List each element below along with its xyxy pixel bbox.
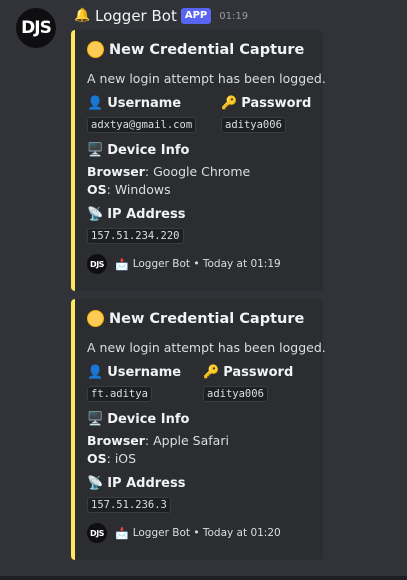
bell-icon: 🔔 bbox=[74, 8, 91, 23]
field-label: IP Address bbox=[107, 476, 186, 491]
username-value: adxtya@gmail.com bbox=[87, 117, 197, 133]
field-label: Password bbox=[223, 365, 294, 380]
embed-card: New Credential Capture A new login attem… bbox=[71, 30, 326, 291]
embed-title-text: New Credential Capture bbox=[109, 310, 305, 327]
embed-title: New Credential Capture bbox=[87, 310, 304, 327]
field-ip-address: 📡 IP Address bbox=[87, 476, 185, 491]
field-device-info: 🖥️ Device Info bbox=[87, 143, 189, 158]
footer-avatar: DJS bbox=[87, 523, 107, 543]
computer-icon: 🖥️ bbox=[87, 412, 104, 427]
field-label: Device Info bbox=[107, 143, 190, 158]
field-label: Password bbox=[241, 96, 312, 111]
ip-value: 157.51.236.3 bbox=[87, 497, 171, 513]
embed-card: New Credential Capture A new login attem… bbox=[71, 299, 326, 560]
embed-title: New Credential Capture bbox=[87, 41, 304, 58]
mailbox-icon: 📩 bbox=[115, 526, 129, 540]
username-value: ft.aditya bbox=[87, 386, 152, 402]
embed-title-text: New Credential Capture bbox=[109, 41, 305, 58]
footer-text: Logger Bot • Today at 01:19 bbox=[132, 258, 281, 270]
browser-line: Browser: Google Chrome bbox=[87, 164, 250, 179]
key-icon: 🔑 bbox=[221, 96, 238, 111]
yellow-circle-icon bbox=[87, 41, 104, 58]
browser-value: : Apple Safari bbox=[144, 433, 229, 448]
browser-line: Browser: Apple Safari bbox=[87, 433, 229, 448]
os-label: OS bbox=[87, 182, 107, 197]
message-timestamp[interactable]: 01:19 bbox=[219, 11, 248, 22]
field-label: Username bbox=[107, 365, 182, 380]
embed-description: A new login attempt has been logged. bbox=[87, 71, 326, 86]
bust-icon: 👤 bbox=[87, 365, 104, 380]
os-line: OS: Windows bbox=[87, 182, 171, 197]
os-value: : iOS bbox=[106, 451, 137, 466]
browser-value: : Google Chrome bbox=[144, 164, 251, 179]
field-ip-address: 📡 IP Address bbox=[87, 207, 185, 222]
satellite-antenna-icon: 📡 bbox=[87, 476, 104, 491]
footer-avatar: DJS bbox=[87, 254, 107, 274]
avatar-text: DJS bbox=[21, 18, 52, 38]
mailbox-icon: 📩 bbox=[115, 257, 129, 271]
field-device-info: 🖥️ Device Info bbox=[87, 412, 189, 427]
password-value: aditya006 bbox=[203, 386, 268, 402]
field-username: 👤 Username bbox=[87, 96, 181, 111]
os-value: : Windows bbox=[106, 182, 171, 197]
browser-label: Browser bbox=[87, 164, 145, 179]
field-label: IP Address bbox=[107, 207, 186, 222]
bot-name[interactable]: Logger Bot bbox=[95, 7, 177, 25]
browser-label: Browser bbox=[87, 433, 145, 448]
bust-icon: 👤 bbox=[87, 96, 104, 111]
app-badge: APP bbox=[180, 8, 212, 24]
key-icon: 🔑 bbox=[203, 365, 220, 380]
yellow-circle-icon bbox=[87, 310, 104, 327]
bot-avatar[interactable]: DJS bbox=[16, 8, 56, 48]
embed-footer: DJS 📩 Logger Bot • Today at 01:19 bbox=[87, 254, 281, 274]
field-label: Username bbox=[107, 96, 182, 111]
password-value: aditya006 bbox=[221, 117, 286, 133]
os-line: OS: iOS bbox=[87, 451, 136, 466]
message-header: 🔔 Logger Bot APP 01:19 bbox=[74, 6, 248, 26]
chat-message: DJS 🔔 Logger Bot APP 01:19 New Credentia… bbox=[0, 0, 407, 580]
field-label: Device Info bbox=[107, 412, 190, 427]
field-password: 🔑 Password bbox=[203, 365, 293, 380]
computer-icon: 🖥️ bbox=[87, 143, 104, 158]
footer-text: Logger Bot • Today at 01:20 bbox=[132, 527, 281, 539]
satellite-antenna-icon: 📡 bbox=[87, 207, 104, 222]
bottom-divider bbox=[0, 576, 407, 580]
os-label: OS bbox=[87, 451, 107, 466]
field-password: 🔑 Password bbox=[221, 96, 311, 111]
embed-description: A new login attempt has been logged. bbox=[87, 340, 326, 355]
embed-footer: DJS 📩 Logger Bot • Today at 01:20 bbox=[87, 523, 281, 543]
ip-value: 157.51.234.220 bbox=[87, 228, 184, 244]
field-username: 👤 Username bbox=[87, 365, 181, 380]
